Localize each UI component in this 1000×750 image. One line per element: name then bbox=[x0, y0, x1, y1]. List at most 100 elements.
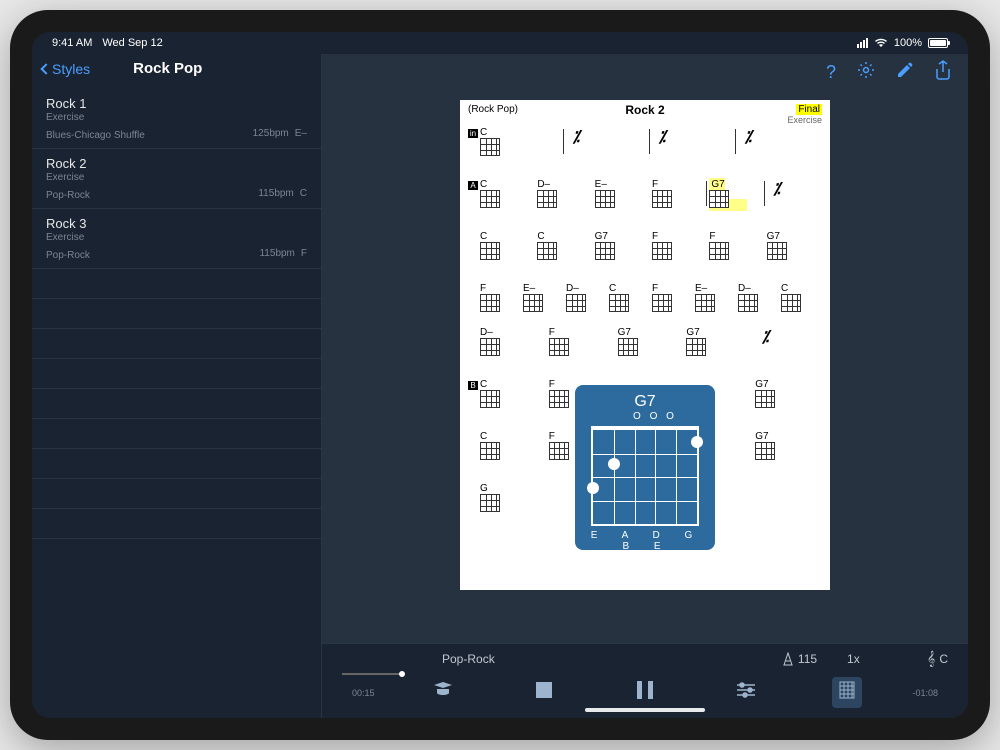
song-style: Pop-Rock bbox=[46, 190, 90, 201]
tempo-control[interactable]: 115 bbox=[782, 652, 817, 666]
signal-icon bbox=[857, 38, 868, 48]
settings-button[interactable] bbox=[856, 60, 876, 85]
chord: F bbox=[709, 231, 715, 242]
song-subtype: Exercise bbox=[46, 172, 307, 183]
empty-row bbox=[32, 329, 321, 359]
battery-pct: 100% bbox=[894, 37, 922, 49]
help-button[interactable]: ? bbox=[826, 62, 836, 83]
treble-clef-icon: 𝄞 bbox=[927, 650, 935, 667]
song-item[interactable]: Rock 2 Exercise Pop-Rock 115bpm C bbox=[32, 149, 321, 209]
song-item[interactable]: Rock 3 Exercise Pop-Rock 115bpm F bbox=[32, 209, 321, 269]
overlay-chord-name: G7 bbox=[583, 393, 707, 411]
progress-bar[interactable] bbox=[342, 673, 402, 675]
sheet-style: (Rock Pop) bbox=[468, 104, 518, 115]
mixer-button[interactable] bbox=[731, 682, 761, 703]
player-track-name[interactable]: Pop-Rock bbox=[342, 652, 752, 666]
chord: C bbox=[480, 127, 487, 138]
section-marker: B bbox=[468, 381, 478, 390]
sidebar: Styles Rock Pop Rock 1 Exercise Blues-Ch… bbox=[32, 54, 322, 718]
key-control[interactable]: 𝄞C bbox=[927, 650, 948, 667]
chord: D– bbox=[566, 283, 579, 294]
chord: C bbox=[609, 283, 616, 294]
song-tempo: 115 bbox=[259, 248, 275, 259]
song-key: F bbox=[301, 248, 307, 259]
chord: C bbox=[480, 431, 487, 442]
status-date: Wed Sep 12 bbox=[102, 37, 162, 49]
stop-button[interactable] bbox=[529, 682, 559, 703]
section-marker: A bbox=[468, 181, 478, 190]
song-key: E– bbox=[295, 128, 307, 139]
chord: G7 bbox=[618, 327, 631, 338]
chord-overlay[interactable]: G7 O O O E A D G B E bbox=[575, 385, 715, 550]
song-tempo: 125 bbox=[253, 128, 270, 139]
repeat-mark: ⁒ bbox=[566, 127, 586, 147]
back-button[interactable]: Styles bbox=[42, 61, 90, 77]
battery-icon bbox=[928, 38, 948, 48]
repeat-mark: ⁒ bbox=[755, 327, 775, 347]
chord: G bbox=[480, 483, 488, 494]
chord: C bbox=[537, 231, 544, 242]
edit-button[interactable] bbox=[896, 61, 914, 84]
sheet-page[interactable]: (Rock Pop) Final Rock 2 Exercise in C ⁒ … bbox=[460, 100, 830, 590]
empty-row bbox=[32, 449, 321, 479]
section-marker: in bbox=[468, 129, 478, 138]
practice-mode-button[interactable] bbox=[428, 681, 458, 704]
chord: C bbox=[480, 179, 487, 190]
empty-row bbox=[32, 269, 321, 299]
toolbar: ? bbox=[322, 54, 968, 90]
tempo-unit: bpm bbox=[269, 128, 288, 139]
chord: F bbox=[549, 431, 555, 442]
chord: C bbox=[480, 379, 487, 390]
chord: E– bbox=[695, 283, 707, 294]
time-current: 00:15 bbox=[352, 688, 392, 698]
share-button[interactable] bbox=[934, 60, 952, 85]
empty-row bbox=[32, 479, 321, 509]
chord: F bbox=[652, 231, 658, 242]
song-item[interactable]: Rock 1 Exercise Blues-Chicago Shuffle125… bbox=[32, 89, 321, 149]
chord: E– bbox=[595, 179, 607, 190]
status-bar: 9:41 AM Wed Sep 12 100% bbox=[32, 32, 968, 54]
chord: C bbox=[480, 231, 487, 242]
song-style: Pop-Rock bbox=[46, 250, 90, 261]
tempo-unit: bpm bbox=[275, 248, 294, 259]
empty-row bbox=[32, 299, 321, 329]
tempo-value: 115 bbox=[798, 652, 817, 666]
song-name: Rock 3 bbox=[46, 216, 307, 231]
chord: G7 bbox=[755, 431, 768, 442]
song-list: Rock 1 Exercise Blues-Chicago Shuffle125… bbox=[32, 89, 321, 718]
overlay-string-names: E A D G B E bbox=[583, 530, 707, 552]
song-subtype: Exercise bbox=[46, 112, 307, 123]
chord: E– bbox=[523, 283, 535, 294]
sheet-exercise-label: Exercise bbox=[787, 115, 822, 125]
pause-button[interactable] bbox=[630, 681, 660, 704]
back-label: Styles bbox=[52, 61, 90, 77]
chord: F bbox=[652, 179, 658, 190]
home-indicator[interactable] bbox=[585, 708, 705, 712]
status-time: 9:41 AM bbox=[52, 37, 92, 49]
chord: D– bbox=[738, 283, 751, 294]
empty-row bbox=[32, 419, 321, 449]
chord-current: G7 bbox=[711, 179, 724, 190]
song-tempo: 115 bbox=[258, 188, 274, 199]
repeat-mark: ⁒ bbox=[767, 179, 787, 199]
repeat-mark: ⁒ bbox=[738, 127, 758, 147]
chord: D– bbox=[537, 179, 550, 190]
song-subtype: Exercise bbox=[46, 232, 307, 243]
song-name: Rock 1 bbox=[46, 96, 307, 111]
time-remaining: -01:08 bbox=[898, 688, 938, 698]
repeat-mark: ⁒ bbox=[652, 127, 672, 147]
tempo-unit: bpm bbox=[274, 188, 293, 199]
empty-row bbox=[32, 509, 321, 539]
chord: G7 bbox=[595, 231, 608, 242]
chord: F bbox=[549, 379, 555, 390]
chord: F bbox=[652, 283, 658, 294]
chord-view-button[interactable] bbox=[832, 677, 862, 708]
speed-control[interactable]: 1x bbox=[847, 652, 897, 666]
sheet-title: Rock 2 bbox=[625, 103, 664, 117]
sheet-final-badge: Final bbox=[796, 104, 822, 115]
song-key: C bbox=[300, 188, 307, 199]
overlay-open-strings: O O O bbox=[603, 411, 707, 422]
chord: G7 bbox=[767, 231, 780, 242]
fretboard-diagram bbox=[591, 426, 699, 526]
song-name: Rock 2 bbox=[46, 156, 307, 171]
